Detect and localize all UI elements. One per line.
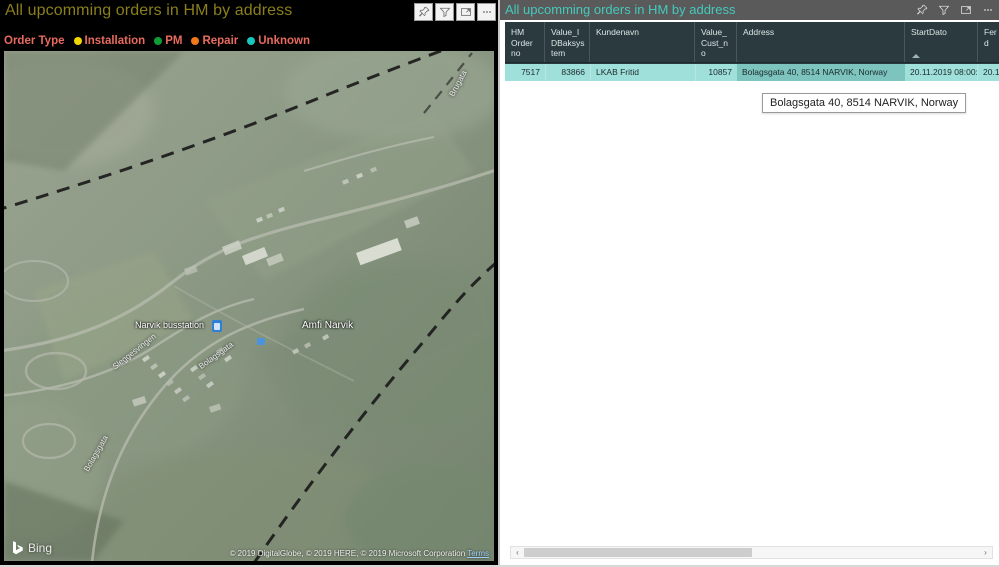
table-visual-title: All upcomming orders in HM by address xyxy=(505,2,736,17)
legend-label-repair: Repair xyxy=(202,35,239,47)
map-visual-titlebar: All upcomming orders in HM by address xyxy=(0,0,498,27)
map-place-label: Amfi Narvik xyxy=(302,320,354,331)
cell-address[interactable]: Bolagsgata 40, 8514 NARVIK, Norway xyxy=(737,64,905,81)
column-header-value-cust-no[interactable]: Value_Cust_no xyxy=(695,22,737,62)
column-header-startdato-label: StartDato xyxy=(911,27,947,37)
column-header-kundenavn[interactable]: Kundenavn xyxy=(590,22,695,62)
scrollbar-thumb[interactable] xyxy=(524,548,752,557)
legend-label-installation: Installation xyxy=(84,35,146,47)
address-tooltip: Bolagsgata 40, 8514 NARVIK, Norway xyxy=(762,93,967,113)
table-visual-header-icons xyxy=(912,1,997,19)
focus-mode-icon[interactable] xyxy=(456,3,475,21)
legend-item-unknown[interactable]: Unknown xyxy=(247,35,310,47)
column-header-value-idbaksystem[interactable]: Value_IDBaksystem xyxy=(545,22,590,62)
cell-kundenavn[interactable]: LKAB Fritid xyxy=(591,64,695,81)
legend-swatch-pm xyxy=(154,37,163,45)
legend-swatch-installation xyxy=(73,37,82,45)
bus-station-poi-icon[interactable] xyxy=(212,320,222,332)
legend-item-pm[interactable]: PM xyxy=(154,35,182,47)
report-page: All upcomming orders in HM by address Or… xyxy=(0,0,999,567)
legend-title: Order Type xyxy=(4,35,65,47)
map-canvas[interactable]: Narvik busstation Amfi Narvik Sleggesvin… xyxy=(4,51,494,561)
bing-logo: Bing xyxy=(11,540,52,555)
horizontal-scrollbar[interactable]: ‹ › xyxy=(510,546,993,559)
map-visual-header-icons xyxy=(414,3,496,21)
column-header-address[interactable]: Address xyxy=(737,22,905,62)
table-visual-titlebar: All upcomming orders in HM by address xyxy=(500,0,999,20)
column-header-hm-order-no[interactable]: HM Order no xyxy=(505,22,545,62)
data-grid-header: HM Order no Value_IDBaksystem Kundenavn … xyxy=(505,22,999,63)
bing-logo-text: Bing xyxy=(28,540,53,555)
focus-mode-icon[interactable] xyxy=(956,1,975,19)
satellite-imagery xyxy=(4,51,494,561)
table-row[interactable]: 7517 83866 LKAB Fritid 10857 Bolagsgata … xyxy=(505,63,999,81)
map-attribution-text: © 2019 DigitalGlobe, © 2019 HERE, © 2019… xyxy=(229,549,466,558)
sort-ascending-icon xyxy=(912,54,920,58)
pin-icon[interactable] xyxy=(912,1,931,19)
filter-icon[interactable] xyxy=(435,3,454,21)
map-legend: Order Type Installation PM Repair Unknow… xyxy=(4,33,319,49)
bing-mark-icon xyxy=(13,541,23,555)
cell-hm-order-no[interactable]: 7517 xyxy=(505,64,545,81)
table-visual: All upcomming orders in HM by address HM… xyxy=(500,0,999,567)
map-terms-link[interactable]: Terms xyxy=(467,549,489,558)
legend-item-installation[interactable]: Installation xyxy=(73,35,146,47)
column-header-startdato[interactable]: StartDato xyxy=(905,22,978,62)
legend-label-pm: PM xyxy=(165,35,183,47)
more-options-icon[interactable] xyxy=(978,1,997,19)
cell-value-idbaksystem[interactable]: 83866 xyxy=(546,64,590,81)
pin-icon[interactable] xyxy=(414,3,433,21)
map-visual: All upcomming orders in HM by address Or… xyxy=(0,0,498,567)
map-place-label: Narvik busstation xyxy=(135,320,205,330)
legend-item-repair[interactable]: Repair xyxy=(191,35,238,47)
filter-icon[interactable] xyxy=(934,1,953,19)
cell-startdato[interactable]: 20.11.2019 08:00:00 xyxy=(905,64,977,81)
legend-swatch-repair xyxy=(191,37,200,45)
parking-poi-icon[interactable] xyxy=(257,338,265,345)
scroll-right-arrow-icon[interactable]: › xyxy=(979,547,992,558)
more-options-icon[interactable] xyxy=(477,3,496,21)
legend-swatch-unknown xyxy=(247,37,256,45)
legend-label-unknown: Unknown xyxy=(258,35,310,47)
column-header-ferd[interactable]: Ferd xyxy=(978,22,999,62)
map-attribution: © 2019 DigitalGlobe, © 2019 HERE, © 2019… xyxy=(230,549,489,558)
scrollbar-track[interactable] xyxy=(524,547,979,558)
scroll-left-arrow-icon[interactable]: ‹ xyxy=(511,547,524,558)
cell-ferd[interactable]: 20.1 xyxy=(978,64,999,81)
map-visual-title: All upcomming orders in HM by address xyxy=(5,2,293,19)
cell-value-cust-no[interactable]: 10857 xyxy=(696,64,737,81)
